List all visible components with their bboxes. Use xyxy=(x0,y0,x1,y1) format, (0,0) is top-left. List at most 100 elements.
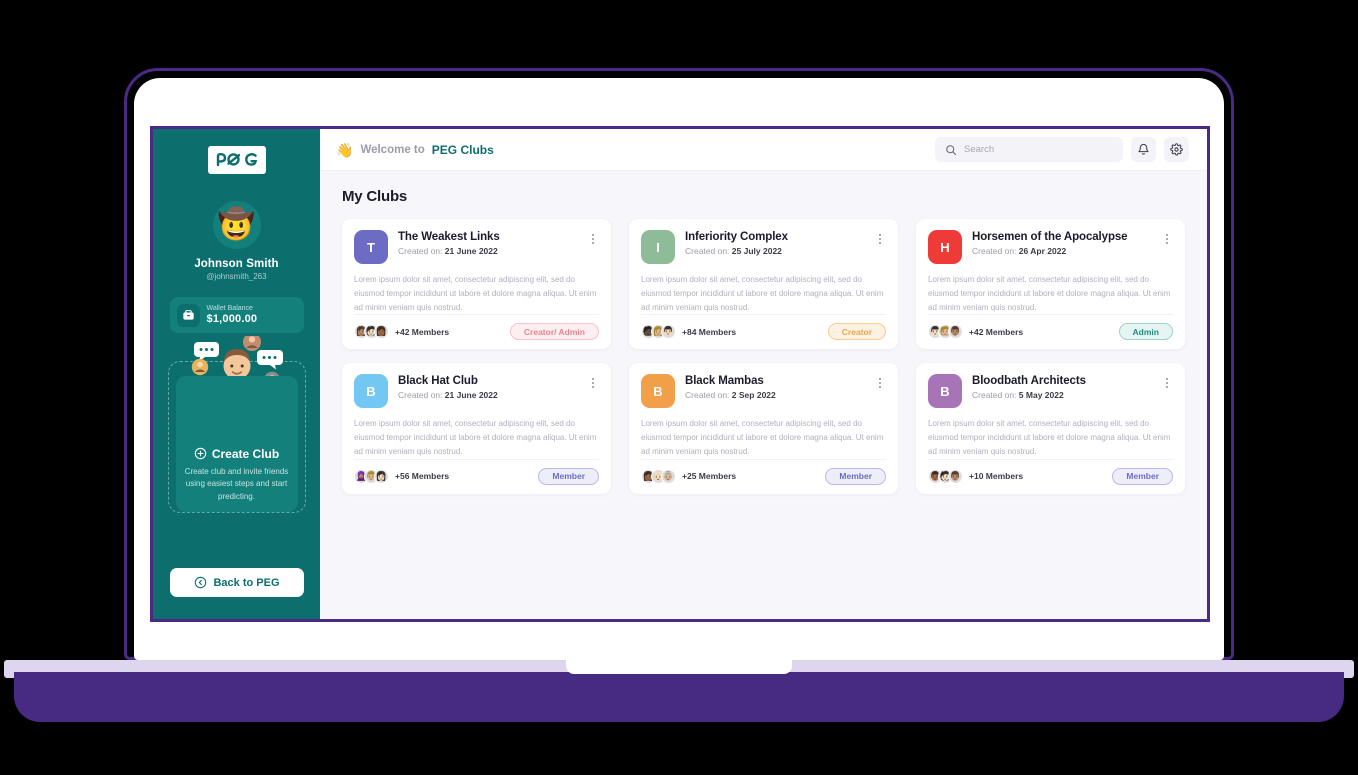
members-label: Members xyxy=(698,471,737,481)
kebab-dot xyxy=(592,234,594,236)
kebab-dot xyxy=(592,242,594,244)
kebab-dot xyxy=(879,242,881,244)
club-card[interactable]: I Inferiority Complex Created on: 25 Jul… xyxy=(629,219,898,350)
club-description: Lorem ipsum dolor sit amet, consectetur … xyxy=(354,419,597,456)
created-prefix: Created on: xyxy=(685,246,730,256)
user-handle: @johnsmith_263 xyxy=(206,272,267,281)
club-role-badge: Admin xyxy=(1118,323,1173,341)
club-name: Black Hat Club xyxy=(398,375,478,388)
created-date: 26 Apr 2022 xyxy=(1018,246,1067,256)
club-name: Horsemen of the Apocalypse xyxy=(972,231,1128,243)
member-avatar: 👨🏽 xyxy=(948,324,963,340)
members-number: +42 xyxy=(969,326,984,337)
back-to-peg-button[interactable]: Back to PEG xyxy=(170,568,304,597)
content-area: My Clubs T The Weakest Links Created on:… xyxy=(320,171,1207,619)
member-avatar: 👩🏾 xyxy=(374,324,389,340)
member-avatar-stack: 🧕🏽 👨🏼 👩🏻 xyxy=(354,468,389,484)
laptop-mockup-scene: 🤠 Johnson Smith @johnsmith_263 Wallet Ba… xyxy=(0,0,1358,775)
peg-logo[interactable] xyxy=(207,146,266,174)
club-card-menu-button[interactable] xyxy=(874,231,886,247)
club-initial-badge: B xyxy=(641,374,675,409)
gear-icon xyxy=(1170,143,1183,156)
club-card-menu-button[interactable] xyxy=(587,231,599,247)
members-summary[interactable]: 👩🏽 🧑🏻 👩🏾 +42 Members xyxy=(354,324,449,340)
bell-icon xyxy=(1138,143,1149,155)
kebab-dot xyxy=(1166,386,1168,389)
kebab-dot xyxy=(1166,378,1168,381)
page-title: My Clubs xyxy=(342,188,408,205)
club-card[interactable]: B Bloodbath Architects Created on: 5 May… xyxy=(916,363,1185,494)
club-created-on: Created on: 21 June 2022 xyxy=(398,390,577,400)
member-avatar: 👵🏼 xyxy=(661,468,676,484)
kebab-dot xyxy=(1166,382,1168,385)
search-input[interactable]: Search xyxy=(935,137,1123,162)
club-card-header: H Horsemen of the Apocalypse Created on:… xyxy=(928,230,1173,264)
club-card-menu-button[interactable] xyxy=(587,375,599,391)
member-avatar-stack: 👩🏽 🧑🏻 👩🏾 xyxy=(354,324,389,340)
created-date: 21 June 2022 xyxy=(444,246,498,256)
club-card-footer: 👩🏾 👴🏻 👵🏼 +25 Members Member xyxy=(641,458,886,485)
club-created-on: Created on: 25 July 2022 xyxy=(685,246,864,256)
club-initial-badge: B xyxy=(354,374,388,409)
member-avatar: 👨🏽 xyxy=(948,468,963,484)
kebab-dot xyxy=(592,386,594,389)
club-card-header: I Inferiority Complex Created on: 25 Jul… xyxy=(641,230,886,264)
back-to-peg-label: Back to PEG xyxy=(213,576,280,589)
kebab-dot xyxy=(879,382,881,385)
members-count: +56 Members xyxy=(395,471,449,481)
members-count: +10 Members xyxy=(969,471,1023,481)
club-card-menu-button[interactable] xyxy=(874,375,886,391)
members-summary[interactable]: 🧑🏿 👩🏼 👨🏻 +84 Members xyxy=(641,324,736,340)
welcome-brand: PEG Clubs xyxy=(431,142,494,157)
avatar-emoji: 🤠 xyxy=(217,208,256,241)
members-summary[interactable]: 👨🏾 🧑🏻 👨🏽 +10 Members xyxy=(928,468,1023,484)
club-role-badge: Member xyxy=(538,467,599,485)
club-card-menu-button[interactable] xyxy=(1161,375,1173,391)
wallet-balance-card[interactable]: Wallet Balance $1,000.00 xyxy=(169,297,304,333)
member-avatar-stack: 🧑🏿 👩🏼 👨🏻 xyxy=(641,324,676,340)
search-icon xyxy=(946,144,957,155)
members-count: +42 Members xyxy=(969,327,1023,337)
club-initial-badge: I xyxy=(641,230,675,264)
kebab-dot xyxy=(879,386,881,389)
app-window: 🤠 Johnson Smith @johnsmith_263 Wallet Ba… xyxy=(153,129,1207,619)
member-avatar-stack: 👩🏾 👴🏻 👵🏼 xyxy=(641,468,676,484)
avatar[interactable]: 🤠 xyxy=(212,201,261,249)
topbar-actions: Search xyxy=(935,137,1189,162)
club-card[interactable]: B Black Hat Club Created on: 21 June 202… xyxy=(342,363,611,494)
waving-hand-icon: 👋 xyxy=(336,141,354,158)
create-club-promo[interactable]: Create Club Create club and invite frien… xyxy=(167,336,306,513)
member-avatar-stack: 👨🏻 🧑🏼 👨🏽 xyxy=(928,324,963,340)
kebab-dot xyxy=(879,378,881,381)
settings-button[interactable] xyxy=(1164,137,1189,162)
kebab-dot xyxy=(592,378,594,381)
club-created-on: Created on: 21 June 2022 xyxy=(398,246,577,256)
peg-logo-mark xyxy=(216,152,257,167)
created-date: 2 Sep 2022 xyxy=(731,390,776,401)
members-label: Members xyxy=(985,326,1024,337)
club-card-footer: 🧑🏿 👩🏼 👨🏻 +84 Members Creator xyxy=(641,314,886,341)
create-club-card[interactable]: Create Club Create club and invite frien… xyxy=(175,376,298,512)
search-placeholder: Search xyxy=(964,144,995,155)
club-created-on: Created on: 26 Apr 2022 xyxy=(972,246,1151,256)
wallet-icon xyxy=(176,303,200,327)
club-card[interactable]: H Horsemen of the Apocalypse Created on:… xyxy=(916,219,1185,350)
notifications-button[interactable] xyxy=(1131,137,1156,162)
members-number: +84 xyxy=(682,326,697,337)
club-card[interactable]: T The Weakest Links Created on: 21 June … xyxy=(342,219,611,350)
members-summary[interactable]: 👨🏻 🧑🏼 👨🏽 +42 Members xyxy=(928,324,1023,340)
members-summary[interactable]: 🧕🏽 👨🏼 👩🏻 +56 Members xyxy=(354,468,449,484)
laptop-screen: 🤠 Johnson Smith @johnsmith_263 Wallet Ba… xyxy=(150,126,1210,622)
club-name: Bloodbath Architects xyxy=(972,375,1086,388)
wallet-amount: $1,000.00 xyxy=(206,312,258,325)
club-description: Lorem ipsum dolor sit amet, consectetur … xyxy=(354,275,597,312)
members-summary[interactable]: 👩🏾 👴🏻 👵🏼 +25 Members xyxy=(641,468,737,484)
kebab-dot xyxy=(592,382,594,385)
members-label: Members xyxy=(411,471,450,481)
kebab-dot xyxy=(879,238,881,240)
club-card-header: T The Weakest Links Created on: 21 June … xyxy=(354,230,599,264)
laptop-hinge-notch xyxy=(566,660,792,674)
members-number: +10 xyxy=(969,471,984,481)
club-card[interactable]: B Black Mambas Created on: 2 Sep 2022 Lo… xyxy=(629,363,898,494)
club-card-menu-button[interactable] xyxy=(1161,231,1173,247)
